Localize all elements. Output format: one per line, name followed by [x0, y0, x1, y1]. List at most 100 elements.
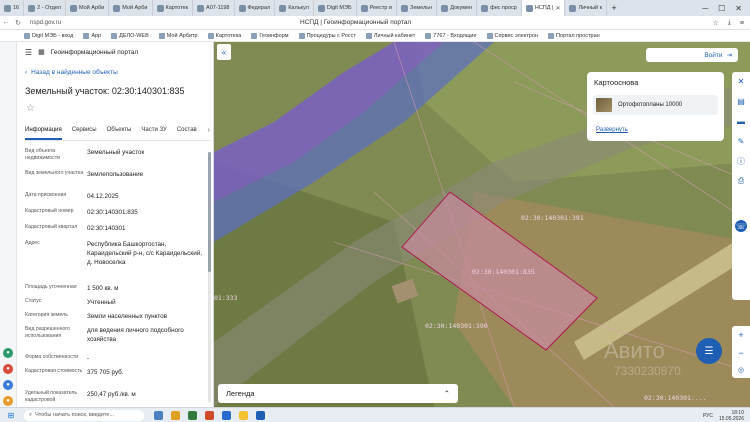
browser-tab[interactable]: Земельн — [397, 0, 438, 16]
panel-tab[interactable]: Объекты — [107, 127, 132, 140]
taskbar-apps — [154, 410, 265, 420]
info-row: Площадь уточненная 1 500 кв. м — [25, 284, 211, 298]
browser-tab[interactable]: Федерал — [235, 0, 276, 16]
browser-tab[interactable]: Реестр и — [357, 0, 398, 16]
layers-icon[interactable]: ▤ — [736, 96, 746, 106]
system-tray: РУС 18:10 15.05.2026 — [703, 408, 744, 422]
info-icon[interactable]: ⓘ — [736, 156, 746, 166]
tab-scroll-right-icon[interactable]: › — [208, 127, 210, 134]
panel-scrollbar[interactable] — [208, 152, 211, 402]
bookmark-label: Мой Арбитр — [166, 32, 198, 39]
clock[interactable]: 18:10 15.05.2026 — [719, 410, 744, 422]
bookmark-item[interactable]: Digit МЭБ - вход — [24, 32, 73, 39]
tab-label: Digit МЭБ — [326, 5, 352, 11]
info-table: Вид объекта недвижимости Земельный участо… — [25, 148, 211, 404]
basemap-option[interactable]: Ортофотопланы 10000 — [593, 95, 718, 115]
scrollbar-thumb[interactable] — [208, 152, 211, 272]
bookmark-item[interactable]: ДЕЛО-WEB — [111, 32, 149, 39]
locate-icon[interactable]: ◎ — [738, 366, 744, 374]
reload-icon[interactable]: ↻ — [12, 19, 24, 27]
taskbar-search[interactable]: ⌕ Чтобы начать поиск, введите... — [24, 409, 144, 421]
panel-tab[interactable]: Состав — [177, 127, 197, 140]
bookmark-item[interactable]: Геоинформ — [251, 32, 289, 39]
panel-tab[interactable]: Части ЗУ — [141, 127, 166, 140]
menu-icon[interactable]: ≡ — [740, 20, 744, 27]
browser-tab[interactable]: фнс проср — [477, 0, 522, 16]
bookmark-item[interactable]: Процедуры с Росст — [298, 32, 356, 39]
legend-bar[interactable]: Легенда ⌃ — [218, 384, 458, 403]
portal-header: ☰ ▦ Геоинформационный портал — [17, 42, 213, 62]
basemap-expand-link[interactable]: Развернуть — [596, 127, 628, 133]
sidebar-app-icon[interactable]: ● — [3, 364, 13, 374]
ruler-icon[interactable]: ▬ — [736, 116, 746, 126]
taskbar-app-icon[interactable] — [256, 410, 265, 420]
download-icon[interactable]: ⤓ — [728, 19, 731, 27]
panel-tab[interactable]: Сервисы — [72, 127, 97, 140]
bookmark-item[interactable]: 7767 - Входящие — [425, 32, 477, 39]
close-icon[interactable]: ✕ — [736, 76, 746, 86]
map-view[interactable]: 02:30:140301:391 02:30:140301:835 02:30:… — [214, 42, 750, 407]
browser-tab[interactable]: Мой Арби — [66, 0, 110, 16]
bookmark-item[interactable]: App — [83, 32, 102, 39]
back-to-results-link[interactable]: ‹ Назад в найденные объекты — [25, 69, 118, 76]
browser-tab[interactable]: Картотек — [153, 0, 194, 16]
search-icon: ⌕ — [29, 411, 33, 418]
back-icon[interactable]: ← — [0, 19, 12, 26]
browser-tab[interactable]: 2 - Отдел — [24, 0, 66, 16]
hamburger-icon[interactable]: ☰ — [25, 48, 32, 57]
info-row: Вид земельного участка Землепользование — [25, 170, 211, 192]
windows-start-icon[interactable]: ⊞ — [4, 411, 18, 420]
info-row: Вид разрешенного использования для ведени… — [25, 326, 211, 354]
bookmark-item[interactable]: Портал простран — [547, 32, 600, 39]
browser-tab[interactable]: 16 — [0, 0, 25, 16]
sidebar-app-icon[interactable]: ● — [3, 348, 13, 358]
browser-tab[interactable]: Личный к — [565, 0, 608, 16]
print-icon[interactable]: ⎙ — [736, 176, 746, 186]
info-row: Удельный показатель кадастровой 250,47 ру… — [25, 390, 211, 404]
panel-tab[interactable]: Информация — [25, 127, 62, 140]
bookmark-item[interactable]: Мой Арбитр — [158, 32, 198, 39]
browser-tab[interactable]: Мой Арби — [109, 0, 153, 16]
browser-tab[interactable]: НСПД | ✕ — [521, 0, 566, 16]
taskbar-app-icon[interactable] — [154, 410, 163, 420]
bookmark-icon[interactable]: ☆ — [713, 19, 719, 27]
bookmark-item[interactable]: Личный кабинет — [365, 32, 415, 39]
info-row: Форма собственности - — [25, 354, 211, 368]
bookmark-item[interactable]: Сервис электрон — [486, 32, 538, 39]
taskbar-app-icon[interactable] — [188, 410, 197, 420]
taskbar-app-icon[interactable] — [239, 410, 248, 420]
zoom-out-icon[interactable]: − — [738, 348, 743, 358]
bookmark-favicon-icon — [298, 32, 305, 39]
zoom-in-icon[interactable]: + — [738, 330, 743, 340]
bookmark-label: App — [91, 32, 102, 39]
login-button[interactable]: Войти ⇥ — [646, 48, 738, 62]
browser-tab[interactable]: Калькул — [275, 0, 314, 16]
collapse-panel-button[interactable]: « — [217, 44, 231, 60]
chat-button[interactable]: ☰ — [696, 338, 722, 364]
browser-tab-strip: 16 2 - Отдел Мой Арби Мой Арби Картотек А07-1… — [0, 0, 750, 16]
browser-tab[interactable]: А07-1198 — [193, 0, 235, 16]
tab-label: Докумен — [450, 5, 473, 11]
draw-icon[interactable]: ✎ — [736, 136, 746, 146]
tab-close-icon[interactable]: ✕ — [555, 5, 560, 12]
sidebar-app-icon[interactable]: ● — [3, 396, 13, 406]
browser-tab[interactable]: Digit МЭБ — [314, 0, 357, 16]
grid-icon[interactable]: ▦ — [38, 48, 45, 56]
new-tab-button[interactable]: + — [607, 3, 621, 13]
support-icon[interactable]: ☏ — [735, 220, 747, 232]
taskbar-app-icon[interactable] — [205, 410, 214, 420]
bookmark-favicon-icon — [83, 32, 90, 39]
search-placeholder: Чтобы начать поиск, введите... — [35, 412, 115, 418]
url-field[interactable]: nspd.gov.ru — [30, 20, 61, 26]
bookmark-label: 7767 - Входящие — [433, 32, 477, 39]
close-window-icon[interactable]: ✕ — [735, 4, 742, 13]
sidebar-app-icon[interactable]: ● — [3, 380, 13, 390]
minimize-icon[interactable]: ─ — [702, 4, 708, 13]
maximize-icon[interactable]: ☐ — [718, 4, 725, 13]
language-indicator[interactable]: РУС — [703, 413, 713, 419]
browser-tab[interactable]: Докумен — [437, 0, 478, 16]
favorite-star-icon[interactable]: ☆ — [26, 103, 35, 114]
taskbar-app-icon[interactable] — [222, 410, 231, 420]
taskbar-app-icon[interactable] — [171, 410, 180, 420]
bookmark-item[interactable]: Картотека — [207, 32, 241, 39]
